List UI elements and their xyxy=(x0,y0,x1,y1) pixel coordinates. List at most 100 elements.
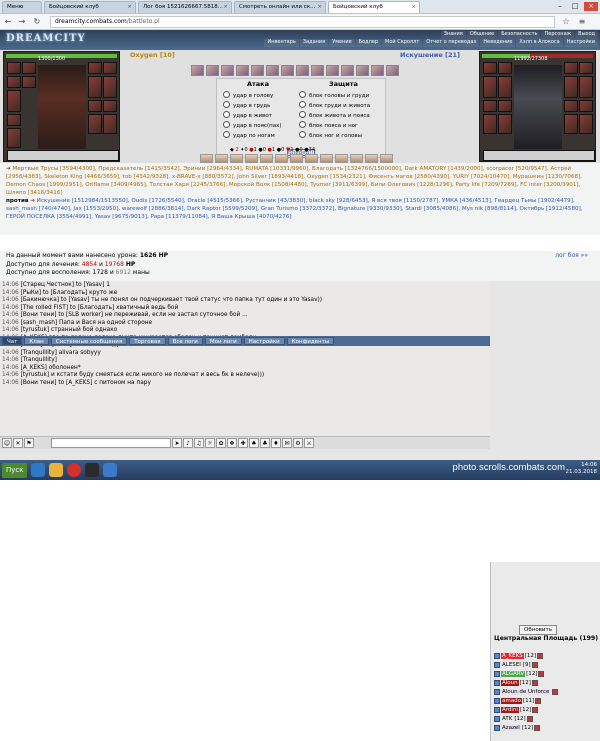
equipment-slot[interactable] xyxy=(103,76,117,98)
equipment-slot[interactable] xyxy=(498,76,512,98)
close-icon[interactable]: × xyxy=(127,4,132,10)
defense-option-3[interactable]: блок живота и пояса xyxy=(299,111,370,119)
equipment-slot[interactable] xyxy=(103,100,117,112)
spell-icon[interactable] xyxy=(200,154,213,163)
item-icon[interactable] xyxy=(236,65,249,76)
chat-log[interactable]: 14:06 [Старец Честнок] to [Yasav] 1 14:06… xyxy=(0,281,490,436)
equipment-slot[interactable] xyxy=(564,100,578,112)
equipment-slot[interactable] xyxy=(88,62,102,74)
equipment-slot[interactable] xyxy=(88,76,102,98)
emote-icon[interactable]: ✚ xyxy=(238,438,248,448)
item-icon[interactable] xyxy=(296,65,309,76)
user-name[interactable]: Ardini xyxy=(501,706,519,714)
emote-icon[interactable]: ❖ xyxy=(227,438,237,448)
menu-item-scroll[interactable]: Мой Скроллт xyxy=(382,38,423,47)
chat-tab[interactable]: Клан xyxy=(24,337,49,345)
menu-item-settings[interactable]: Настройки xyxy=(563,38,598,47)
menu-item-obshchenie[interactable]: Общение xyxy=(466,31,498,39)
user-name[interactable]: Aloun de Unforce xyxy=(501,688,551,696)
left-player-name[interactable]: Oxygen [10] xyxy=(130,51,175,59)
chat-line[interactable]: 14:06 [A_KEKS] оболонен* xyxy=(2,365,488,373)
menu-item-skills[interactable]: Умения xyxy=(329,38,355,47)
word-icon[interactable] xyxy=(103,463,118,477)
item-icon[interactable] xyxy=(281,65,294,76)
spell-icon[interactable] xyxy=(380,154,393,163)
chat-tab[interactable]: Системные сообщения xyxy=(50,337,128,345)
online-user[interactable]: Ardini [12] xyxy=(494,706,539,714)
item-icon[interactable] xyxy=(266,65,279,76)
equipment-slot[interactable] xyxy=(483,114,497,134)
filter-icon[interactable]: ⚑ xyxy=(24,438,34,448)
spell-icon[interactable] xyxy=(230,154,243,163)
chat-line[interactable]: 14:06 [Бакинючка] to [Yasav] ты не понял… xyxy=(2,297,488,305)
equipment-slot[interactable] xyxy=(579,62,593,74)
equipment-slot[interactable] xyxy=(579,100,593,112)
equipment-slot[interactable] xyxy=(88,100,102,112)
chat-line[interactable]: 14:06 [tyrustuk] странный бой однако xyxy=(2,327,488,335)
online-user[interactable]: ALGARV [12] xyxy=(494,670,545,678)
attack-option-head[interactable]: удар в голову xyxy=(223,91,273,99)
user-name[interactable]: ALGARV xyxy=(501,670,526,678)
equipment-slot[interactable] xyxy=(483,100,497,112)
online-user[interactable]: ALESEI [9] xyxy=(494,661,538,669)
window-close-icon[interactable]: × xyxy=(584,2,598,11)
emote-icon[interactable]: ✉ xyxy=(282,438,292,448)
team-b-list[interactable]: Искушение [1512984/1513550], Oudis [1726… xyxy=(6,198,583,220)
online-user[interactable]: Aloun [12] xyxy=(494,679,538,687)
menu-icon[interactable]: ≡ xyxy=(576,16,588,28)
refresh-button[interactable]: Обновить xyxy=(519,625,557,636)
equipment-slot[interactable] xyxy=(103,114,117,134)
defense-option-1[interactable]: блок головы и груди xyxy=(299,91,369,99)
character-doll[interactable] xyxy=(514,65,562,149)
browser-tab-club-active[interactable]: Бойцовский клуб × xyxy=(328,1,420,13)
minimize-icon[interactable]: – xyxy=(553,2,567,11)
equipment-slot[interactable] xyxy=(22,62,36,74)
equipment-slot[interactable] xyxy=(7,62,21,74)
chat-line[interactable]: 14:06 [РыКи] to [Благодать] круто же xyxy=(2,290,488,298)
user-name[interactable]: ALESEI xyxy=(501,662,522,668)
equipment-slot[interactable] xyxy=(7,76,21,88)
menu-item-bezopasnost[interactable]: Безопасность xyxy=(498,31,541,39)
browser-tab-club-1[interactable]: Бойцовский клуб × xyxy=(44,1,136,13)
chat-tab[interactable]: Торговая xyxy=(129,337,166,345)
browser-tab-watch[interactable]: Смотреть онлайн или ск... × xyxy=(234,1,326,13)
menu-item-quests[interactable]: Задания xyxy=(299,38,329,47)
battle-log-link[interactable]: лог боя »» xyxy=(555,252,588,261)
menu-item-personazh[interactable]: Персонаж xyxy=(541,31,575,39)
media-icon[interactable] xyxy=(85,463,100,477)
online-user[interactable]: ATK [12] xyxy=(494,715,533,723)
spell-icon[interactable] xyxy=(215,154,228,163)
start-button[interactable]: Пуск xyxy=(2,462,28,478)
chat-line[interactable]: 14:06 [Старец Честнок] to [Yasav] 1 xyxy=(2,282,488,290)
attack-option-waist[interactable]: удар в пояс(пах) xyxy=(223,121,281,129)
item-icon[interactable] xyxy=(326,65,339,76)
menu-item-inventory[interactable]: Инвентарь xyxy=(264,38,299,47)
maximize-icon[interactable]: □ xyxy=(568,2,582,11)
equipment-slot[interactable] xyxy=(564,114,578,134)
emote-icon[interactable]: ✿ xyxy=(216,438,226,448)
emote-icon[interactable]: ♫ xyxy=(194,438,204,448)
close-icon[interactable]: × xyxy=(223,4,228,10)
item-icon[interactable] xyxy=(356,65,369,76)
equipment-slot[interactable] xyxy=(498,100,512,112)
equipment-slot[interactable] xyxy=(103,62,117,74)
chat-line[interactable]: 14:06 [Вони тени] to [A_KEKS] с питоном … xyxy=(2,380,488,388)
emote-icon[interactable]: ♣ xyxy=(260,438,270,448)
character-doll[interactable] xyxy=(38,65,86,149)
browser-tab-battle-log[interactable]: Лог боя 1521626667.5818... × xyxy=(138,1,232,13)
chat-tab[interactable]: Чат xyxy=(2,337,23,345)
browser-tab-menu[interactable]: Меню xyxy=(2,1,42,13)
chat-line[interactable]: 14:06 [tyrustuk] и кстати буду смеяться … xyxy=(2,372,488,380)
equipment-slot[interactable] xyxy=(498,62,512,74)
emote-icon[interactable]: ⚔ xyxy=(304,438,314,448)
equipment-slot[interactable] xyxy=(7,128,21,148)
chat-line[interactable]: 14:06 [sash_mash] Папа и Вася на одной с… xyxy=(2,320,488,328)
chat-tab[interactable]: Все логи xyxy=(167,337,203,345)
reload-icon[interactable]: ↻ xyxy=(31,16,43,28)
item-icon[interactable] xyxy=(221,65,234,76)
chat-tab[interactable]: Мои логи xyxy=(204,337,242,345)
online-user[interactable]: amado [11] xyxy=(494,697,542,705)
item-icon[interactable] xyxy=(341,65,354,76)
spell-icon[interactable] xyxy=(275,154,288,163)
chat-line[interactable]: 14:06 [Вони тени] to [SLB worker] не пер… xyxy=(2,312,488,320)
